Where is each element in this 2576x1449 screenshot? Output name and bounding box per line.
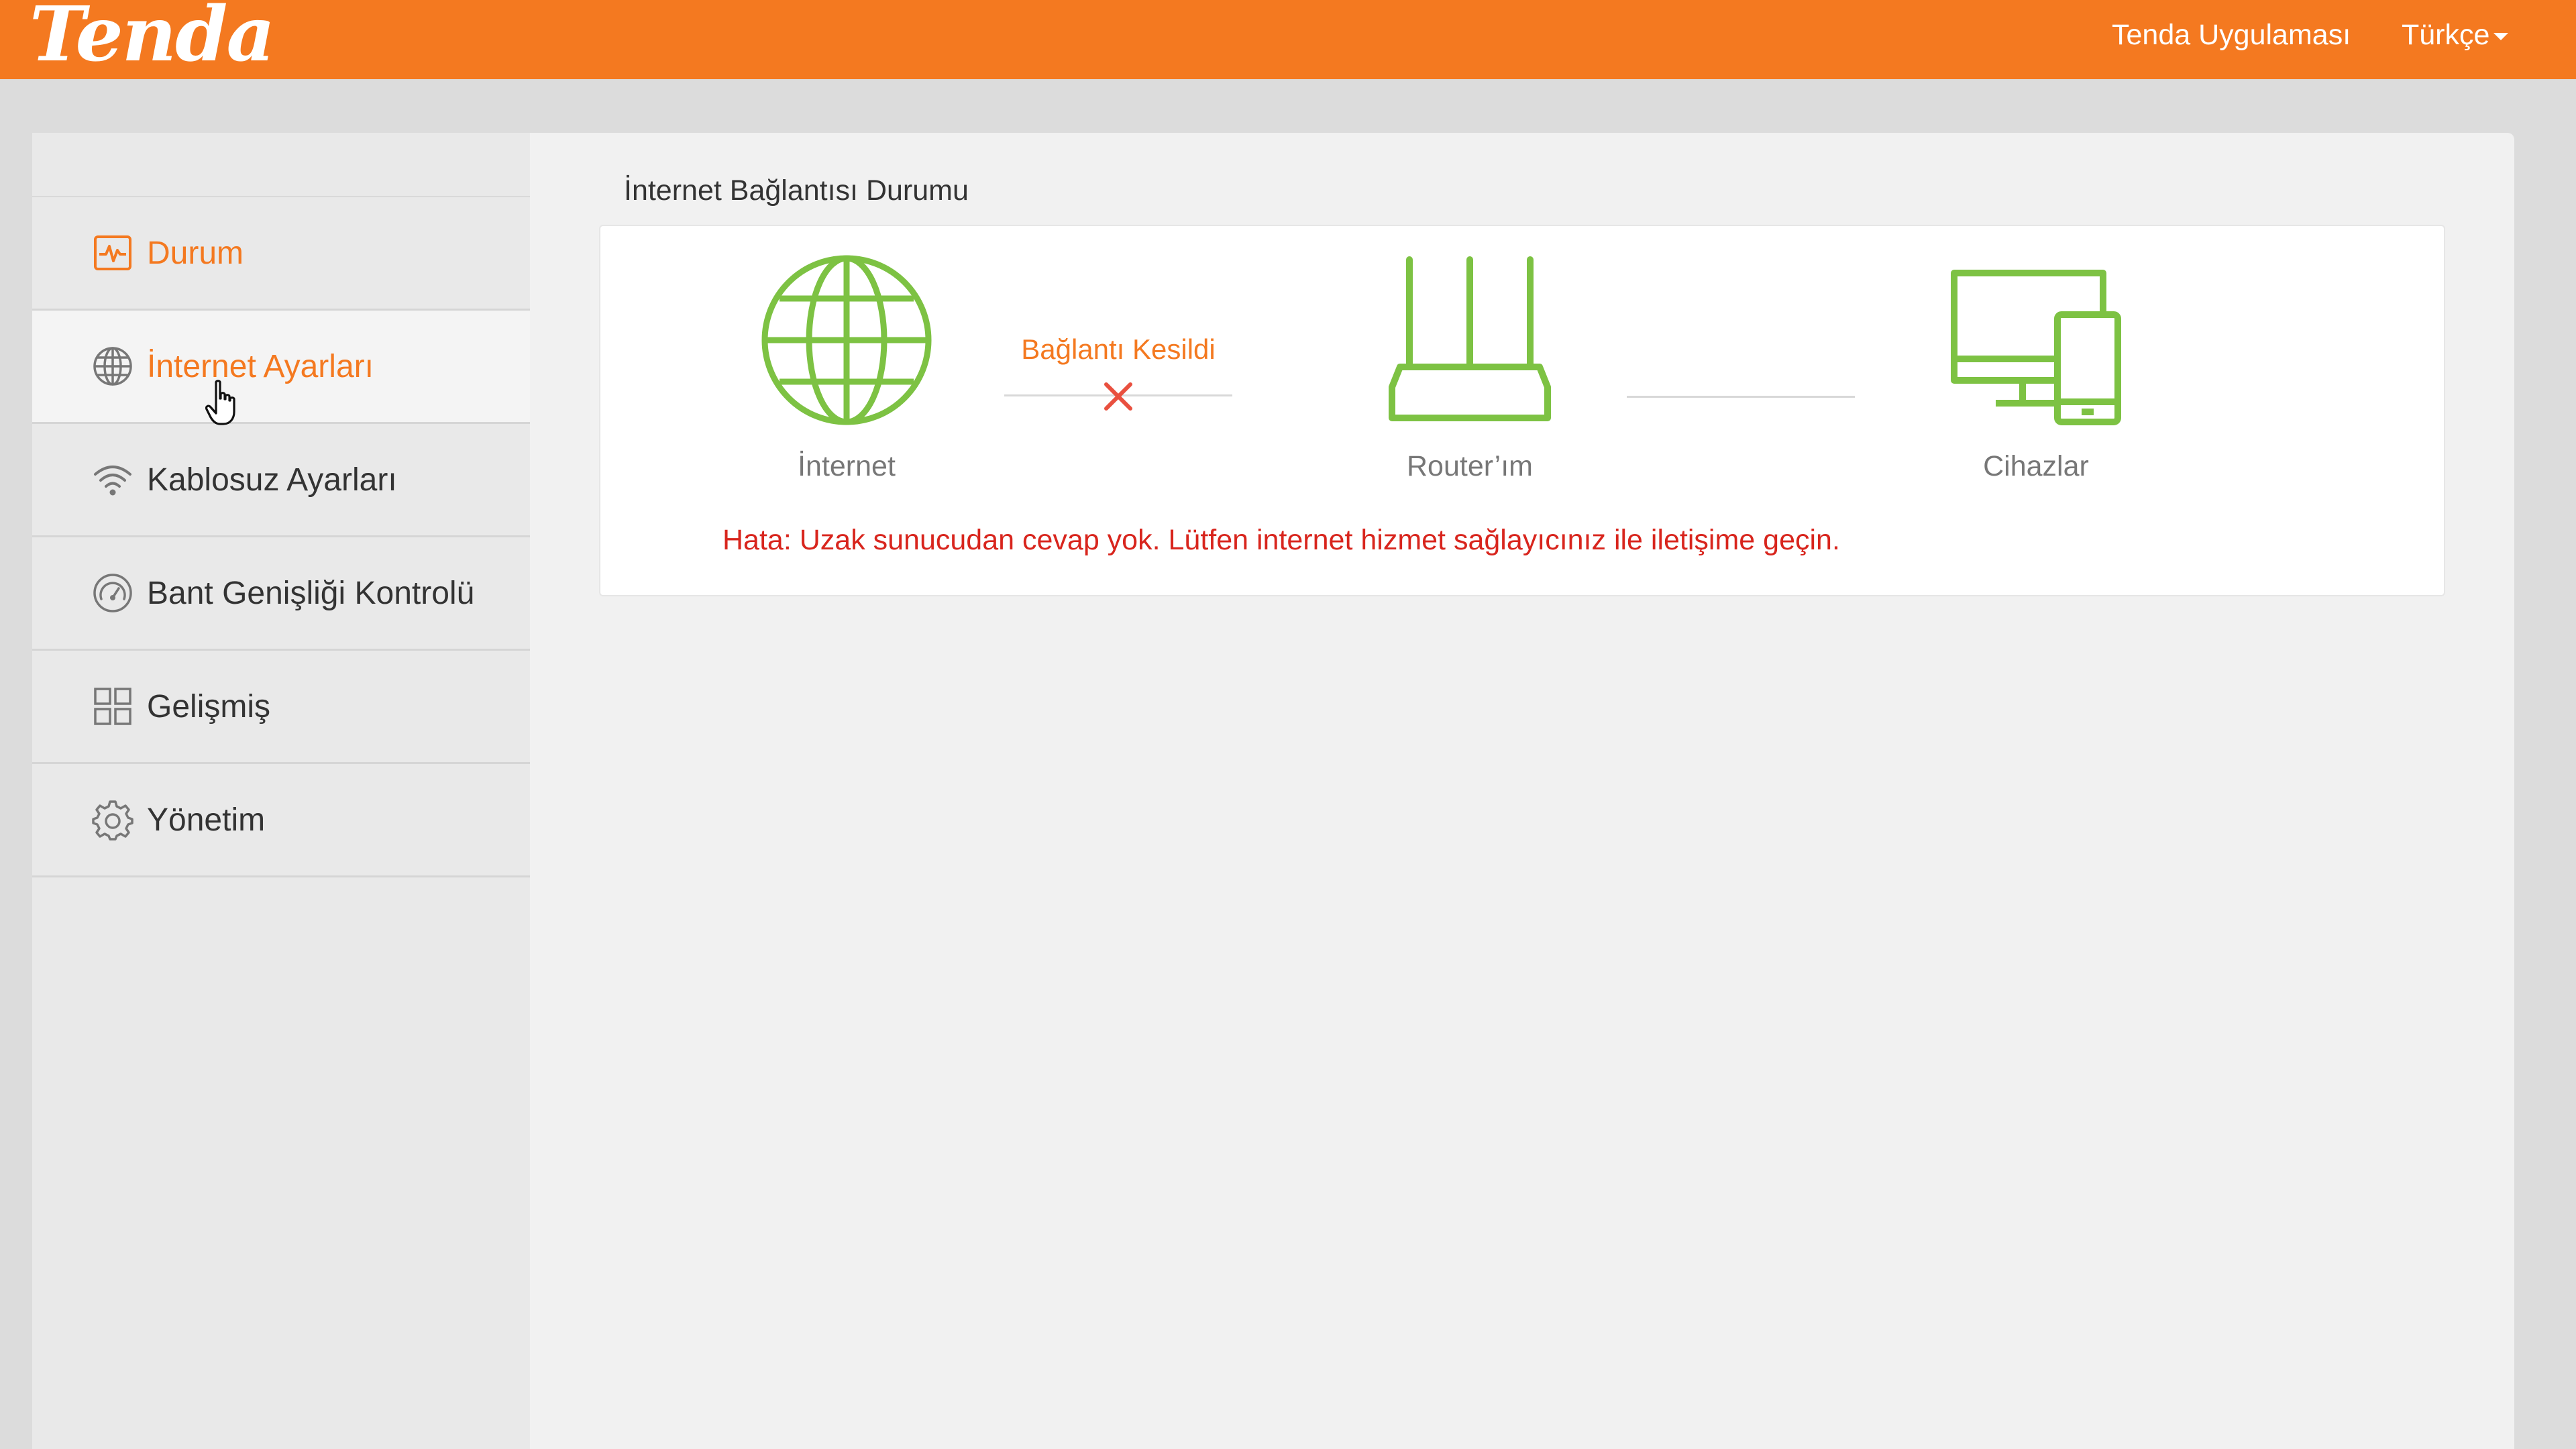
globe-icon <box>761 255 932 425</box>
devices-icon <box>1951 270 2121 425</box>
sidebar-item-status[interactable]: Durum <box>32 197 530 311</box>
globe-icon <box>91 345 134 388</box>
sidebar-item-label: İnternet Ayarları <box>147 348 374 384</box>
hand-pointer-cursor-icon <box>205 380 235 425</box>
devices-label: Cihazlar <box>1983 450 2089 482</box>
sidebar-header <box>32 133 530 197</box>
internet-node: İnternet <box>733 253 961 483</box>
top-bar: Tenda Tenda Uygulaması Türkçe <box>0 0 2576 79</box>
internet-label: İnternet <box>798 450 896 482</box>
internet-connection-link: Bağlantı Kesildi <box>1004 333 1232 411</box>
sidebar-item-management[interactable]: Yönetim <box>32 764 530 877</box>
page-title: İnternet Bağlantısı Durumu <box>624 174 969 207</box>
sidebar-item-label: Durum <box>147 235 244 271</box>
sidebar-item-label: Gelişmiş <box>147 688 271 724</box>
sidebar-item-label: Yönetim <box>147 802 266 838</box>
sidebar: Durum İnternet Ayarları Kablosuz Ayarlar… <box>32 133 530 1449</box>
main-content: İnternet Bağlantısı Durumu İnternet Bağl… <box>530 133 2514 1449</box>
connection-status-text: Bağlantı Kesildi <box>1021 333 1216 365</box>
router-icon <box>1389 256 1551 421</box>
language-selector[interactable]: Türkçe <box>2402 19 2509 52</box>
gear-icon <box>91 798 134 841</box>
tenda-app-link[interactable]: Tenda Uygulaması <box>2112 19 2351 52</box>
router-label: Router’ım <box>1407 450 1533 482</box>
router-devices-line <box>1627 396 1855 398</box>
sidebar-item-bandwidth-control[interactable]: Bant Genişliği Kontrolü <box>32 537 530 651</box>
sidebar-item-internet-settings[interactable]: İnternet Ayarları <box>32 311 530 424</box>
sidebar-item-label: Bant Genişliği Kontrolü <box>147 575 475 611</box>
sidebar-item-wireless-settings[interactable]: Kablosuz Ayarları <box>32 424 530 537</box>
wifi-icon <box>91 458 134 501</box>
devices-node: Cihazlar <box>1922 253 2150 483</box>
caret-down-icon <box>2493 33 2509 41</box>
speedometer-icon <box>91 572 134 614</box>
error-message: Hata: Uzak sunucudan cevap yok. Lütfen i… <box>722 524 1840 556</box>
router-node: Router’ım <box>1356 253 1584 483</box>
sidebar-item-label: Kablosuz Ayarları <box>147 462 397 498</box>
sidebar-item-advanced[interactable]: Gelişmiş <box>32 651 530 764</box>
language-label: Türkçe <box>2402 19 2490 51</box>
grid-icon <box>91 685 134 728</box>
tenda-logo[interactable]: Tenda <box>30 0 275 78</box>
connection-status-panel: İnternet Bağlantı Kesildi Router’ım Ciha… <box>599 225 2445 596</box>
disconnected-x-icon <box>1104 382 1132 411</box>
status-pulse-icon <box>91 231 134 274</box>
